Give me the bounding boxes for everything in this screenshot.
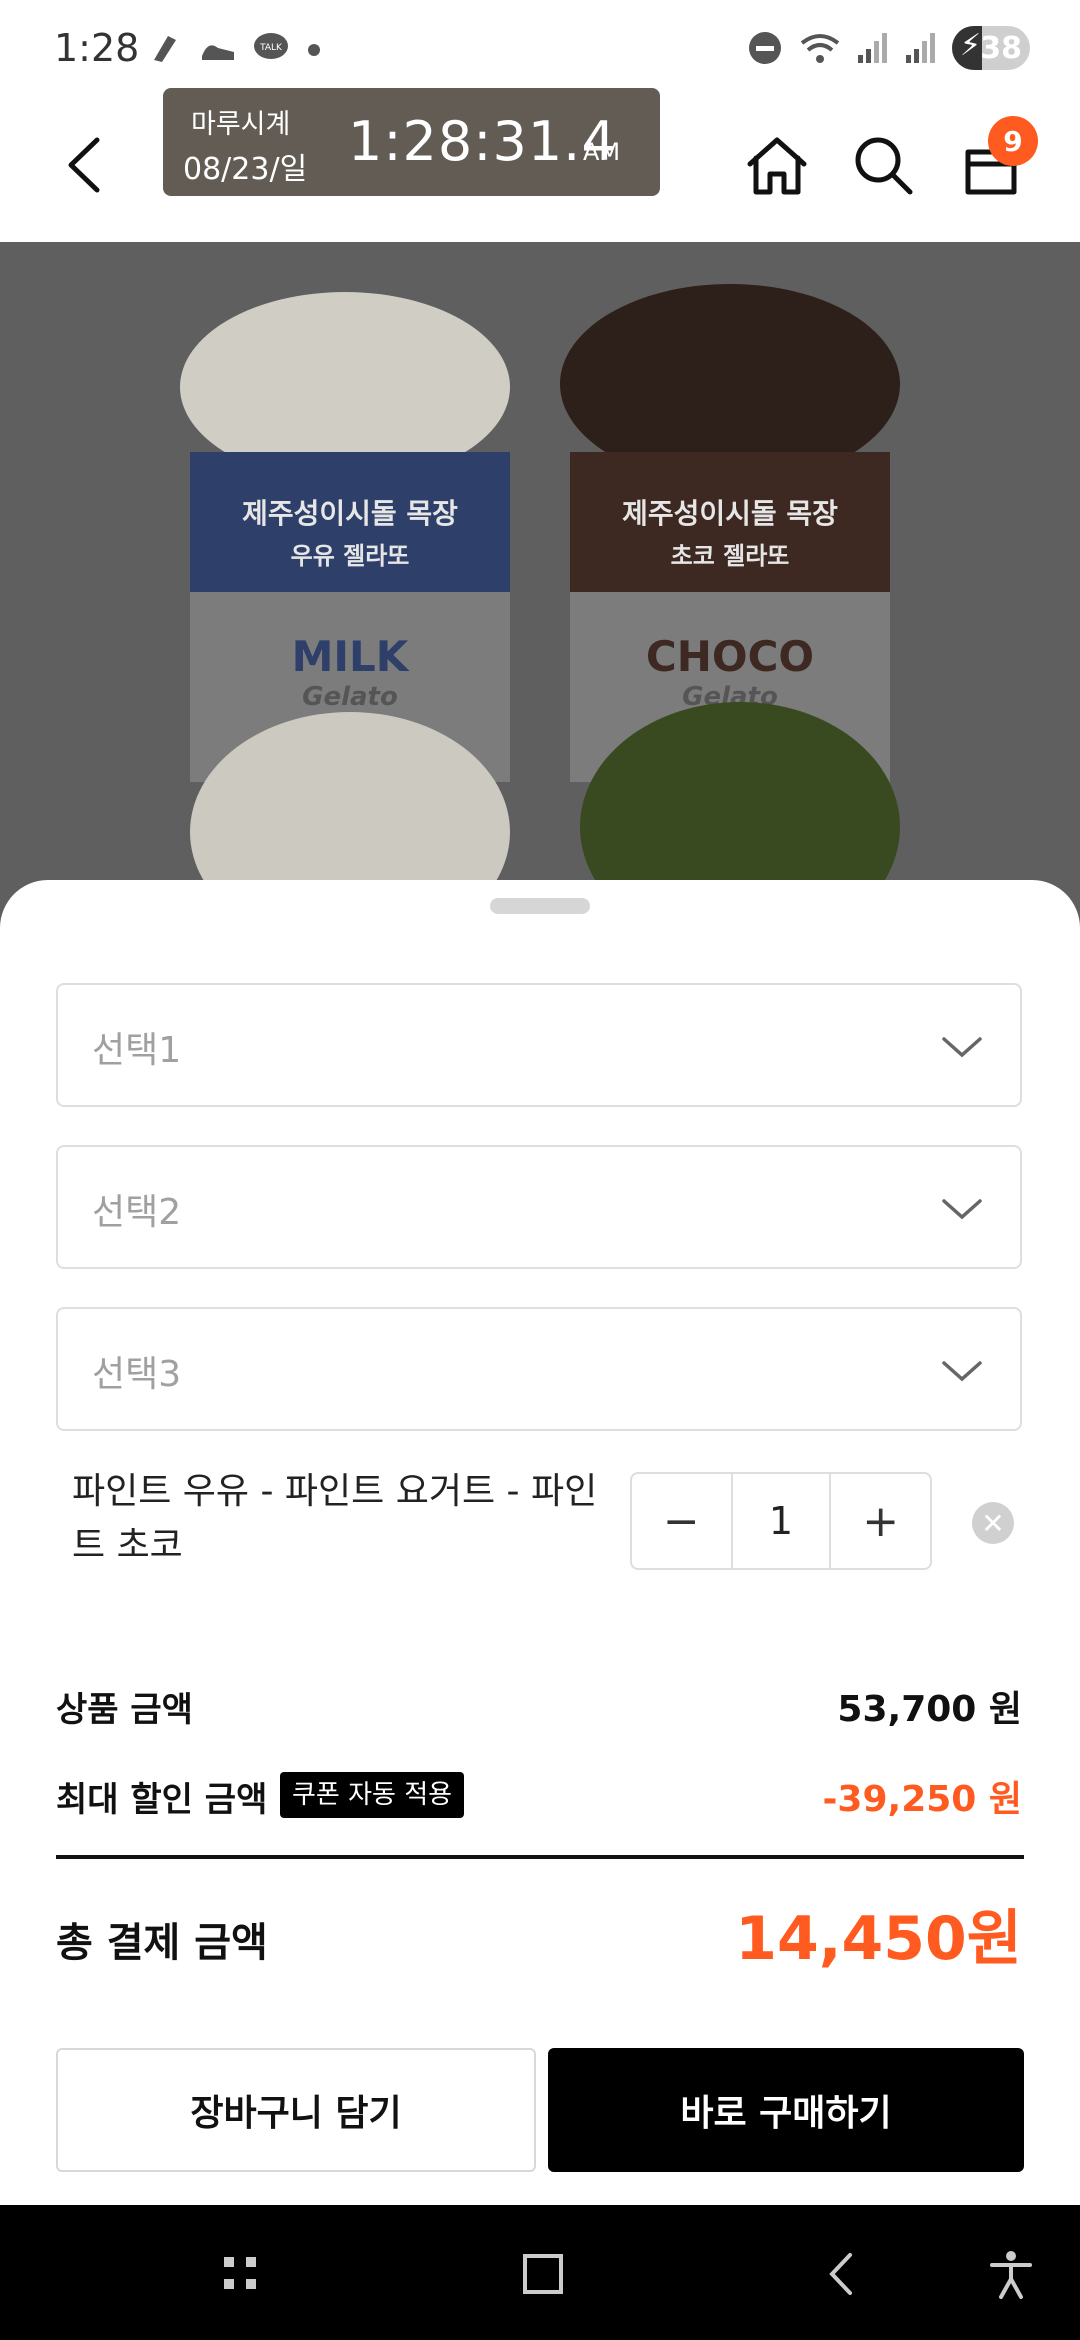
quantity-value: 1 — [730, 1474, 832, 1568]
choco-cup-name: CHOCO — [645, 632, 815, 681]
product-price-label: 상품 금액 — [56, 1690, 193, 1730]
signal-icon — [858, 33, 887, 63]
milk-cup-script: Gelato — [302, 682, 398, 712]
decrease-quantity-button[interactable]: − — [632, 1474, 731, 1568]
battery-level: 38 — [980, 31, 1022, 66]
battery-icon: ⚡ 38 — [952, 26, 1030, 70]
coupon-auto-badge: 쿠폰 자동 적용 — [280, 1772, 465, 1818]
back-arrow-icon[interactable] — [55, 130, 115, 200]
add-to-cart-button[interactable]: 장바구니 담기 — [56, 2048, 536, 2172]
clock-name: 마루시계 — [191, 109, 291, 140]
clock-overlay: 마루시계 08/23/일 1:28:31.4 AM — [163, 88, 660, 196]
dot-icon — [308, 44, 320, 56]
summary-divider — [56, 1855, 1024, 1859]
app-header: 마루시계 08/23/일 1:28:31.4 AM 9 — [0, 70, 1080, 242]
sheet-handle[interactable] — [490, 898, 590, 914]
signal-icon — [906, 33, 935, 63]
option-select-1-placeholder: 선택1 — [92, 1030, 182, 1071]
milk-cup-sub: 우유 젤라또 — [290, 542, 410, 570]
system-icons: ⚡ 38 — [746, 26, 1030, 70]
wifi-icon — [800, 34, 840, 63]
selected-option-name: 파인트 우유 - 파인트 요거트 - 파인트 초코 — [72, 1471, 598, 1566]
option-select-1[interactable]: 선택1 — [56, 983, 1022, 1107]
option-select-3-placeholder: 선택3 — [92, 1354, 182, 1395]
search-icon[interactable] — [848, 130, 918, 200]
clock-time: 1:28:31.4 — [348, 110, 617, 173]
increase-quantity-button[interactable]: + — [831, 1474, 930, 1568]
back-nav-icon[interactable] — [818, 2249, 868, 2299]
choco-cup-brand: 제주성이시돌 목장 — [622, 497, 838, 530]
shoe-icon — [202, 45, 234, 60]
dnd-icon — [749, 32, 781, 64]
option-bottom-sheet: 선택1 선택2 선택3 파인트 우유 - 파인트 요거트 - 파인트 초코 − … — [0, 880, 1080, 2205]
chevron-down-icon — [942, 1037, 982, 1058]
milk-cup-brand: 제주성이시돌 목장 — [242, 497, 458, 530]
pen-icon — [154, 36, 176, 62]
accessibility-icon[interactable] — [986, 2249, 1036, 2299]
product-image: 제주성이시돌 목장 우유 젤라또 MILK Gelato 제주성이시돌 목장 초… — [0, 242, 1080, 962]
product-price-value: 53,700 원 — [837, 1689, 1022, 1730]
cart-count-badge: 9 — [988, 116, 1038, 166]
choco-cup-sub: 초코 젤라또 — [670, 542, 790, 570]
clock-ampm: AM — [583, 138, 621, 166]
recent-apps-icon[interactable] — [216, 2249, 266, 2299]
option-select-2[interactable]: 선택2 — [56, 1145, 1022, 1269]
buy-now-button[interactable]: 바로 구매하기 — [548, 2048, 1024, 2172]
total-label: 총 결제 금액 — [56, 1920, 268, 1966]
svg-text:TALK: TALK — [259, 43, 283, 53]
remove-option-icon[interactable]: ✕ — [972, 1502, 1014, 1544]
talk-icon: TALK — [254, 33, 288, 59]
option-select-2-placeholder: 선택2 — [92, 1192, 182, 1233]
discount-label: 최대 할인 금액 — [56, 1780, 268, 1820]
milk-cup-name: MILK — [291, 632, 409, 681]
chevron-down-icon — [942, 1361, 982, 1382]
home-icon[interactable] — [742, 130, 812, 200]
status-time: 1:28 — [54, 26, 140, 70]
total-value: 14,450원 — [735, 1904, 1022, 1974]
home-nav-icon[interactable] — [518, 2249, 568, 2299]
discount-value: -39,250 원 — [822, 1779, 1022, 1820]
system-nav-bar — [0, 2205, 1080, 2340]
quantity-stepper: − 1 + — [630, 1472, 932, 1570]
chevron-down-icon — [942, 1199, 982, 1220]
clock-date: 08/23/일 — [183, 152, 308, 187]
option-select-3[interactable]: 선택3 — [56, 1307, 1022, 1431]
notification-icons: TALK — [148, 30, 324, 66]
